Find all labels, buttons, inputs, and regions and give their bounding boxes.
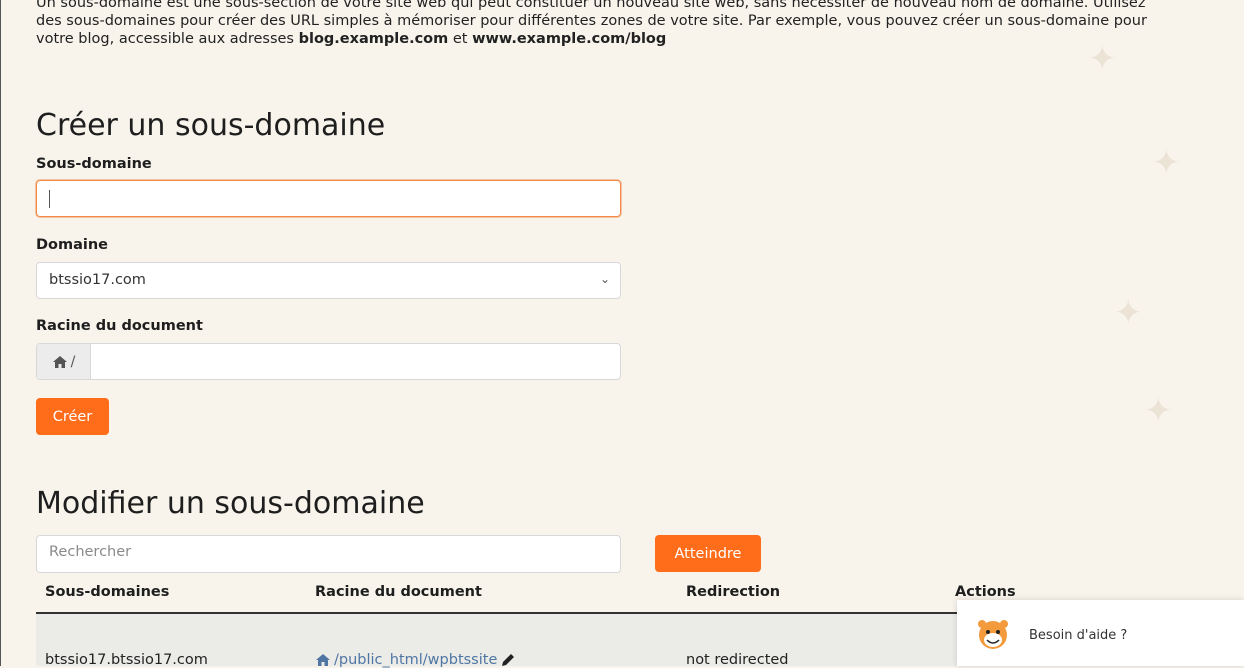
document-root-slash: / <box>70 353 76 370</box>
example-url: blog.example.com <box>298 31 449 47</box>
sparkle-decoration: ✦ <box>1144 391 1173 431</box>
subdomain-label: Sous-domaine <box>36 156 152 172</box>
column-header-redirection[interactable]: Redirection <box>686 584 780 600</box>
document-root-label: Racine du document <box>36 318 203 334</box>
domain-label: Domaine <box>36 237 109 253</box>
modify-section-title: Modifier un sous-domaine <box>36 486 425 521</box>
sparkle-decoration: ✦ <box>1114 293 1143 333</box>
home-icon <box>52 355 67 368</box>
subdomain-input[interactable] <box>36 180 621 217</box>
column-header-document-root[interactable]: Racine du document <box>315 584 482 600</box>
document-root-prefix: / <box>37 344 91 379</box>
intro-line: Un sous-domaine est une sous-section de … <box>36 0 1146 11</box>
tiger-mascot-icon <box>978 620 1008 649</box>
help-widget[interactable]: Besoin d'aide ? <box>957 600 1244 666</box>
intro-line: des sous-domaines pour créer des URL sim… <box>36 13 1147 29</box>
go-button[interactable]: Atteindre <box>655 535 761 572</box>
page-left-border <box>0 0 1 666</box>
sparkle-decoration: ✦ <box>1152 143 1181 183</box>
help-label: Besoin d'aide ? <box>1029 628 1128 643</box>
chevron-down-icon: ⌄ <box>599 272 610 286</box>
search-input[interactable]: Rechercher <box>36 535 621 573</box>
intro-paragraph: Un sous-domaine est une sous-section de … <box>36 0 1241 62</box>
create-button[interactable]: Créer <box>36 398 109 435</box>
intro-line: votre blog, accessible aux adresses blog… <box>36 30 1241 48</box>
create-section-title: Créer un sous-domaine <box>36 108 386 143</box>
domain-selected-value: btssio17.com <box>49 272 146 288</box>
text-caret <box>49 190 50 208</box>
column-header-subdomains[interactable]: Sous-domaines <box>45 584 169 600</box>
intro-text: et <box>448 31 473 47</box>
column-header-actions: Actions <box>955 584 1016 600</box>
document-root-field[interactable]: / <box>36 343 621 380</box>
intro-text: votre blog, accessible aux adresses <box>36 31 299 47</box>
example-url: www.example.com/blog <box>472 31 667 47</box>
home-icon <box>316 654 330 666</box>
domain-select[interactable]: btssio17.com ⌄ <box>36 262 621 299</box>
search-placeholder: Rechercher <box>49 544 132 560</box>
